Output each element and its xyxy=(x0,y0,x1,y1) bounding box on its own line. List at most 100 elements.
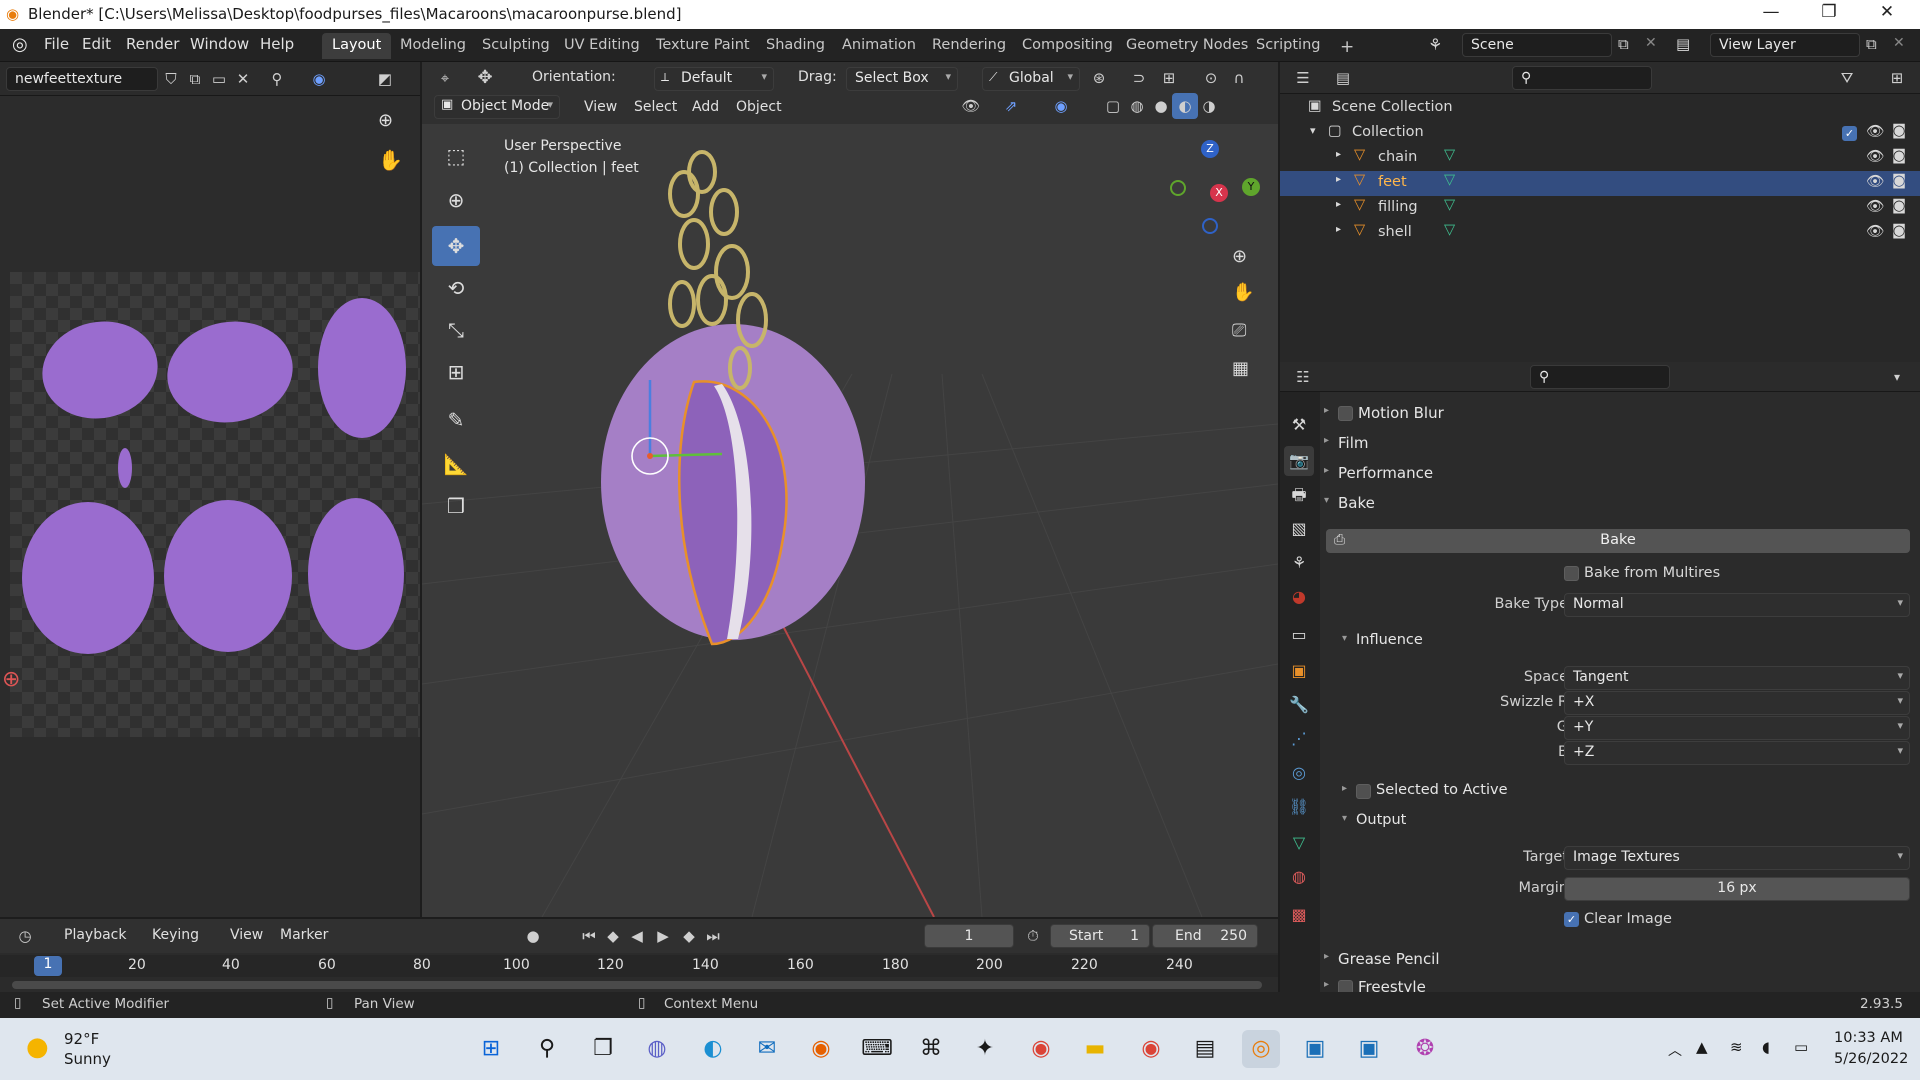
app-icon[interactable]: ▤ xyxy=(1186,1030,1224,1068)
battery-icon[interactable]: ▭ xyxy=(1794,1038,1808,1056)
camera-view-icon[interactable]: ⎚ xyxy=(1232,320,1246,341)
app-icon[interactable]: ✦ xyxy=(966,1030,1004,1068)
unlink-image-icon[interactable]: ✕ xyxy=(230,66,256,92)
bake-type-dropdown[interactable]: Normal ▾ xyxy=(1564,593,1910,617)
clear-image-row[interactable]: ✓ Clear Image xyxy=(1280,907,1920,933)
viewport-menu-add[interactable]: Add xyxy=(692,99,719,115)
motion-blur-checkbox[interactable] xyxy=(1338,406,1353,421)
selected-to-active-checkbox[interactable] xyxy=(1356,784,1371,799)
panel-performance[interactable]: ▸ Performance xyxy=(1280,460,1920,488)
jump-end-icon[interactable]: ⏭ xyxy=(700,923,726,949)
outliner[interactable]: ☰ ▤ ⚲ ⛛ ⊞ ▣ Scene Collection ▾ ▢ Collect… xyxy=(1280,62,1920,362)
tab-animation[interactable]: Animation xyxy=(832,33,926,59)
outliner-row-chain[interactable]: ▸ ▽ chain ▽ 👁 ◙ xyxy=(1280,146,1920,171)
subpanel-influence[interactable]: ▾ Influence xyxy=(1280,628,1920,656)
wireframe-shading-icon[interactable]: ◍ xyxy=(1124,93,1150,119)
new-scene-icon[interactable]: ⧉ xyxy=(1618,35,1629,53)
tab-shading[interactable]: Shading xyxy=(756,33,835,59)
frame-ruler[interactable]: 1 20 40 60 80 100 120 140 160 180 200 22… xyxy=(0,955,1278,977)
swizzle-b-dropdown[interactable]: +Z ▾ xyxy=(1564,741,1910,765)
delete-scene-icon[interactable]: ✕ xyxy=(1645,35,1657,51)
bake-from-multires-checkbox[interactable] xyxy=(1564,566,1579,581)
outliner-row-filling[interactable]: ▸ ▽ filling ▽ 👁 ◙ xyxy=(1280,196,1920,221)
image-name-field[interactable]: newfeettexture xyxy=(6,67,158,91)
clock-time[interactable]: 10:33 AM xyxy=(1834,1030,1903,1046)
tab-modeling[interactable]: Modeling xyxy=(390,33,476,59)
subpanel-selected-to-active[interactable]: ▸ Selected to Active xyxy=(1280,778,1920,806)
collection-enable-checkbox[interactable]: ✓ xyxy=(1842,126,1857,141)
swizzle-g-dropdown[interactable]: +Y ▾ xyxy=(1564,716,1910,740)
gizmo-neg-y-icon[interactable] xyxy=(1170,180,1186,196)
chat-icon[interactable]: ◍ xyxy=(638,1030,676,1068)
xray-icon[interactable]: ▢ xyxy=(1100,93,1126,119)
add-workspace-button[interactable]: + xyxy=(1330,33,1364,59)
timeline-scrollbar[interactable] xyxy=(12,981,1262,989)
tab-compositing[interactable]: Compositing xyxy=(1012,33,1123,59)
filter-icon[interactable]: ⛛ xyxy=(1834,65,1860,91)
space-dropdown[interactable]: Tangent ▾ xyxy=(1564,666,1910,690)
chrome-icon[interactable]: ◉ xyxy=(1022,1030,1060,1068)
swizzle-r-dropdown[interactable]: +X ▾ xyxy=(1564,691,1910,715)
play-reverse-icon[interactable]: ◀ xyxy=(624,923,650,949)
3d-viewport[interactable]: ⌖ ✥ Orientation: ⟂ Default ▾ Drag: Select … xyxy=(422,62,1278,917)
rotate-tool-icon[interactable]: ⟲ xyxy=(432,268,480,308)
prev-keyframe-icon[interactable]: ◆ xyxy=(600,923,626,949)
properties-search-input[interactable]: ⚲ xyxy=(1530,365,1670,389)
expand-feet-icon[interactable]: ▸ xyxy=(1336,174,1341,185)
display-mode-icon[interactable]: ▤ xyxy=(1330,65,1356,91)
app-icon[interactable]: ▣ xyxy=(1296,1030,1334,1068)
weather-description[interactable]: Sunny xyxy=(64,1050,111,1068)
open-image-icon[interactable]: ▭ xyxy=(206,66,232,92)
start-menu-icon[interactable]: ⊞ xyxy=(472,1030,510,1068)
feet-render-icon[interactable]: ◙ xyxy=(1892,173,1906,189)
menu-file[interactable]: File xyxy=(44,35,69,53)
transform-tool-icon[interactable]: ⊞ xyxy=(432,352,480,392)
filling-visibility-icon[interactable]: 👁 xyxy=(1866,198,1884,215)
scale-tool-icon[interactable]: ⤡ xyxy=(432,310,480,350)
viewport-pan-icon[interactable]: ✋ xyxy=(1232,282,1254,303)
edge-browser-icon[interactable]: ◐ xyxy=(694,1030,732,1068)
gizmo-y-axis[interactable]: Y xyxy=(1242,178,1260,196)
collection-visibility-icon[interactable]: 👁 xyxy=(1866,123,1884,140)
mesh-data-icon[interactable]: ▽ xyxy=(1444,197,1455,213)
mesh-data-icon[interactable]: ▽ xyxy=(1444,147,1455,163)
viewport-menu-view[interactable]: View xyxy=(584,99,617,115)
properties-editor-type-icon[interactable]: ☷ xyxy=(1290,364,1316,390)
expand-collection-icon[interactable]: ▾ xyxy=(1310,124,1316,137)
freestyle-checkbox[interactable] xyxy=(1338,980,1353,992)
menu-edit[interactable]: Edit xyxy=(82,35,111,53)
mode-dropdown[interactable]: ▣ Object Mode ▾ xyxy=(434,95,560,119)
drag-dropdown[interactable]: Select Box ▾ xyxy=(846,67,958,91)
gizmo-x-axis[interactable]: X xyxy=(1210,184,1228,202)
wifi-icon[interactable]: ≋ xyxy=(1730,1038,1743,1056)
visibility-icon[interactable]: 👁 xyxy=(958,93,984,119)
current-frame-field[interactable]: 1 xyxy=(924,924,1014,948)
expand-chain-icon[interactable]: ▸ xyxy=(1336,149,1341,160)
clock-date[interactable]: 5/26/2022 xyxy=(1834,1051,1908,1067)
proportional-edit-icon[interactable]: ⊙ xyxy=(1198,65,1224,91)
scene-name-field[interactable]: Scene xyxy=(1462,33,1612,57)
expand-filling-icon[interactable]: ▸ xyxy=(1336,199,1341,210)
editor-type-icon[interactable]: ⌖ xyxy=(432,65,458,91)
blender-menu-icon[interactable]: ◎ xyxy=(12,34,28,55)
falloff-icon[interactable]: ∩ xyxy=(1226,65,1252,91)
file-explorer-icon[interactable]: ▬ xyxy=(1076,1030,1114,1068)
outliner-row-collection[interactable]: ▾ ▢ Collection ✓ 👁 ◙ xyxy=(1280,121,1920,146)
tab-layout[interactable]: Layout xyxy=(322,33,392,59)
tray-overflow-icon[interactable]: ︿ xyxy=(1668,1040,1682,1060)
search-icon[interactable]: ⚲ xyxy=(528,1030,566,1068)
task-view-icon[interactable]: ❐ xyxy=(584,1030,622,1068)
new-image-icon[interactable]: ⧉ xyxy=(182,66,208,92)
tray-app-icon[interactable]: ▲ xyxy=(1696,1038,1708,1056)
material-shading-icon[interactable]: ◐ xyxy=(1172,93,1198,119)
tab-scripting[interactable]: Scripting xyxy=(1246,33,1330,59)
weather-sun-icon[interactable]: ● xyxy=(26,1032,49,1062)
viewport-zoom-icon[interactable]: ⊕ xyxy=(1232,246,1247,267)
delete-view-layer-icon[interactable]: ✕ xyxy=(1893,35,1905,51)
properties-options-icon[interactable]: ▾ xyxy=(1884,364,1910,390)
viewport-menu-select[interactable]: Select xyxy=(634,99,677,115)
mesh-data-icon[interactable]: ▽ xyxy=(1444,172,1455,188)
fake-user-icon[interactable]: ⛉ xyxy=(158,66,184,92)
outliner-row-feet[interactable]: ▸ ▽ feet ▽ 👁 ◙ xyxy=(1280,171,1920,196)
preview-range-icon[interactable]: ⏱ xyxy=(1020,923,1046,949)
